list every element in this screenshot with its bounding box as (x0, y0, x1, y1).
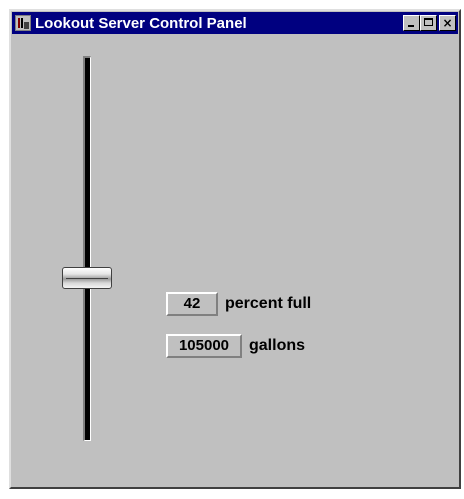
slider-thumb[interactable] (62, 267, 112, 289)
gallons-label: gallons (249, 337, 306, 354)
gallons-value: 105000 (166, 334, 242, 358)
window-controls: × (403, 15, 456, 31)
percent-label: percent full (225, 295, 312, 312)
tank-level-slider[interactable] (81, 56, 93, 441)
title-bar[interactable]: Lookout Server Control Panel × (12, 12, 458, 34)
percent-readout-row: 42 percent full (166, 292, 311, 316)
lookout-control-panel-window: Lookout Server Control Panel × 42 percen… (9, 9, 461, 489)
percent-value: 42 (166, 292, 218, 316)
minimize-icon (408, 25, 414, 27)
maximize-icon (424, 18, 433, 26)
slider-thumb-groove (66, 278, 108, 279)
app-icon[interactable] (15, 15, 31, 31)
slider-track[interactable] (83, 56, 91, 441)
maximize-button[interactable] (420, 15, 437, 31)
window-title: Lookout Server Control Panel (35, 14, 247, 32)
close-button[interactable]: × (439, 15, 456, 31)
gallons-readout-row: 105000 gallons (166, 334, 305, 358)
close-icon: × (442, 16, 453, 30)
minimize-button[interactable] (403, 15, 420, 31)
